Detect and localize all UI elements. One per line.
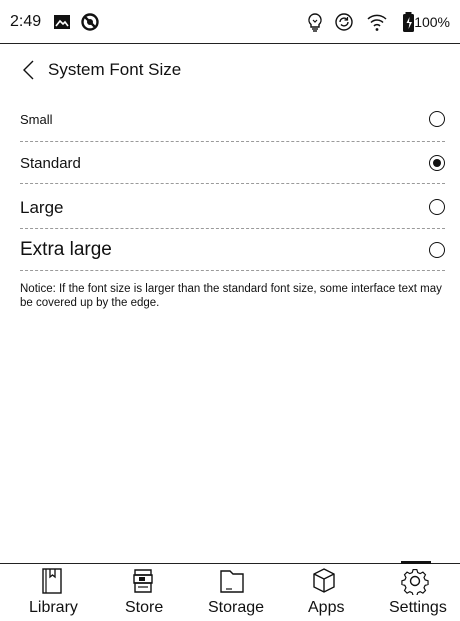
refresh-icon [335,13,353,31]
radio-button[interactable] [429,199,445,215]
page-title: System Font Size [48,60,182,79]
nav-label: Store [125,599,164,616]
option-extra-large[interactable]: Extra large [20,229,445,271]
radio-button[interactable] [429,111,445,127]
option-small[interactable]: Small [20,96,445,142]
store-icon [133,569,153,593]
nav-item-store[interactable]: Store [105,564,180,621]
radio-button[interactable] [429,155,445,171]
notice-text: Notice: If the font size is larger than … [20,283,442,309]
nav-label: Storage [208,599,265,616]
font-size-options: Small Standard Large Extra large [20,96,445,271]
option-label: Large [20,198,64,217]
nav-label: Settings [389,599,447,616]
nav-item-settings[interactable]: Settings [385,564,460,621]
nav-item-storage[interactable]: Storage [190,564,290,621]
book-icon [42,568,62,594]
wifi-icon [367,14,387,31]
chevron-left-icon[interactable] [18,58,40,82]
option-label: Small [20,112,53,127]
nav-label: Library [29,599,78,616]
nav-item-apps[interactable]: Apps [295,564,380,621]
folder-icon [220,570,244,593]
nav-item-library[interactable]: Library [0,564,100,621]
battery-percentage: 100% [414,14,450,30]
cube-icon [313,568,335,593]
lightbulb-icon [308,13,322,32]
gear-icon [401,568,429,595]
option-standard[interactable]: Standard [20,142,445,184]
sync-disabled-icon [81,13,99,31]
image-icon [54,15,70,29]
page-header: System Font Size [0,44,460,96]
bottom-nav: Library Store Storage Apps Settings [0,561,460,621]
option-label: Extra large [20,239,112,260]
option-label: Standard [20,155,81,172]
status-bar: 2:49 100% [0,0,460,44]
option-large[interactable]: Large [20,184,445,229]
radio-button[interactable] [429,242,445,258]
nav-label: Apps [308,599,345,616]
status-time: 2:49 [10,13,42,30]
